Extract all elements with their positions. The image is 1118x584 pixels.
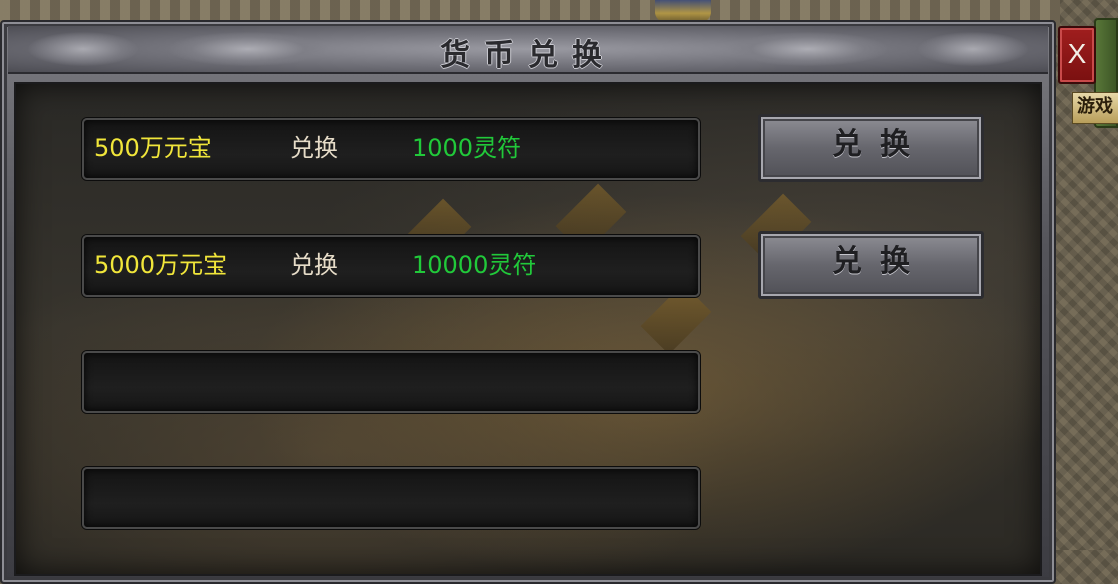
window-titlebar: 货币兑换 xyxy=(8,26,1048,74)
exchange-cost: 500万元宝 xyxy=(94,134,212,162)
exchange-reward: 1000灵符 xyxy=(412,134,522,162)
side-panel-label: 游戏 xyxy=(1077,96,1113,117)
exchange-cost: 5000万元宝 xyxy=(94,251,228,279)
exchange-row-2: 5000万元宝 兑换 10000灵符 xyxy=(82,235,700,297)
exchange-button-label: 兑换 xyxy=(832,127,928,162)
close-icon: X xyxy=(1067,38,1087,69)
side-panel-tab[interactable]: 游戏 xyxy=(1072,92,1118,124)
exchange-button-label: 兑换 xyxy=(832,244,928,279)
exchange-row-4-empty xyxy=(82,467,700,529)
exchange-button-2[interactable]: 兑换 xyxy=(758,231,984,299)
exchange-row-3-empty xyxy=(82,351,700,413)
exchange-verb: 兑换 xyxy=(290,134,338,162)
exchange-row-1: 500万元宝 兑换 1000灵符 xyxy=(82,118,700,180)
background-character xyxy=(655,0,711,22)
close-button[interactable]: X xyxy=(1058,26,1096,84)
exchange-button-1[interactable]: 兑换 xyxy=(758,114,984,182)
window-title: 货币兑换 xyxy=(440,38,616,73)
exchange-verb: 兑换 xyxy=(290,251,338,279)
exchange-panel: 500万元宝 兑换 1000灵符 兑换 5000万元宝 兑换 10000灵符 兑… xyxy=(14,82,1042,576)
currency-exchange-window: 货币兑换 500万元宝 兑换 1000灵符 兑换 5000万元宝 兑换 1000… xyxy=(0,20,1056,584)
exchange-reward: 10000灵符 xyxy=(412,251,537,279)
